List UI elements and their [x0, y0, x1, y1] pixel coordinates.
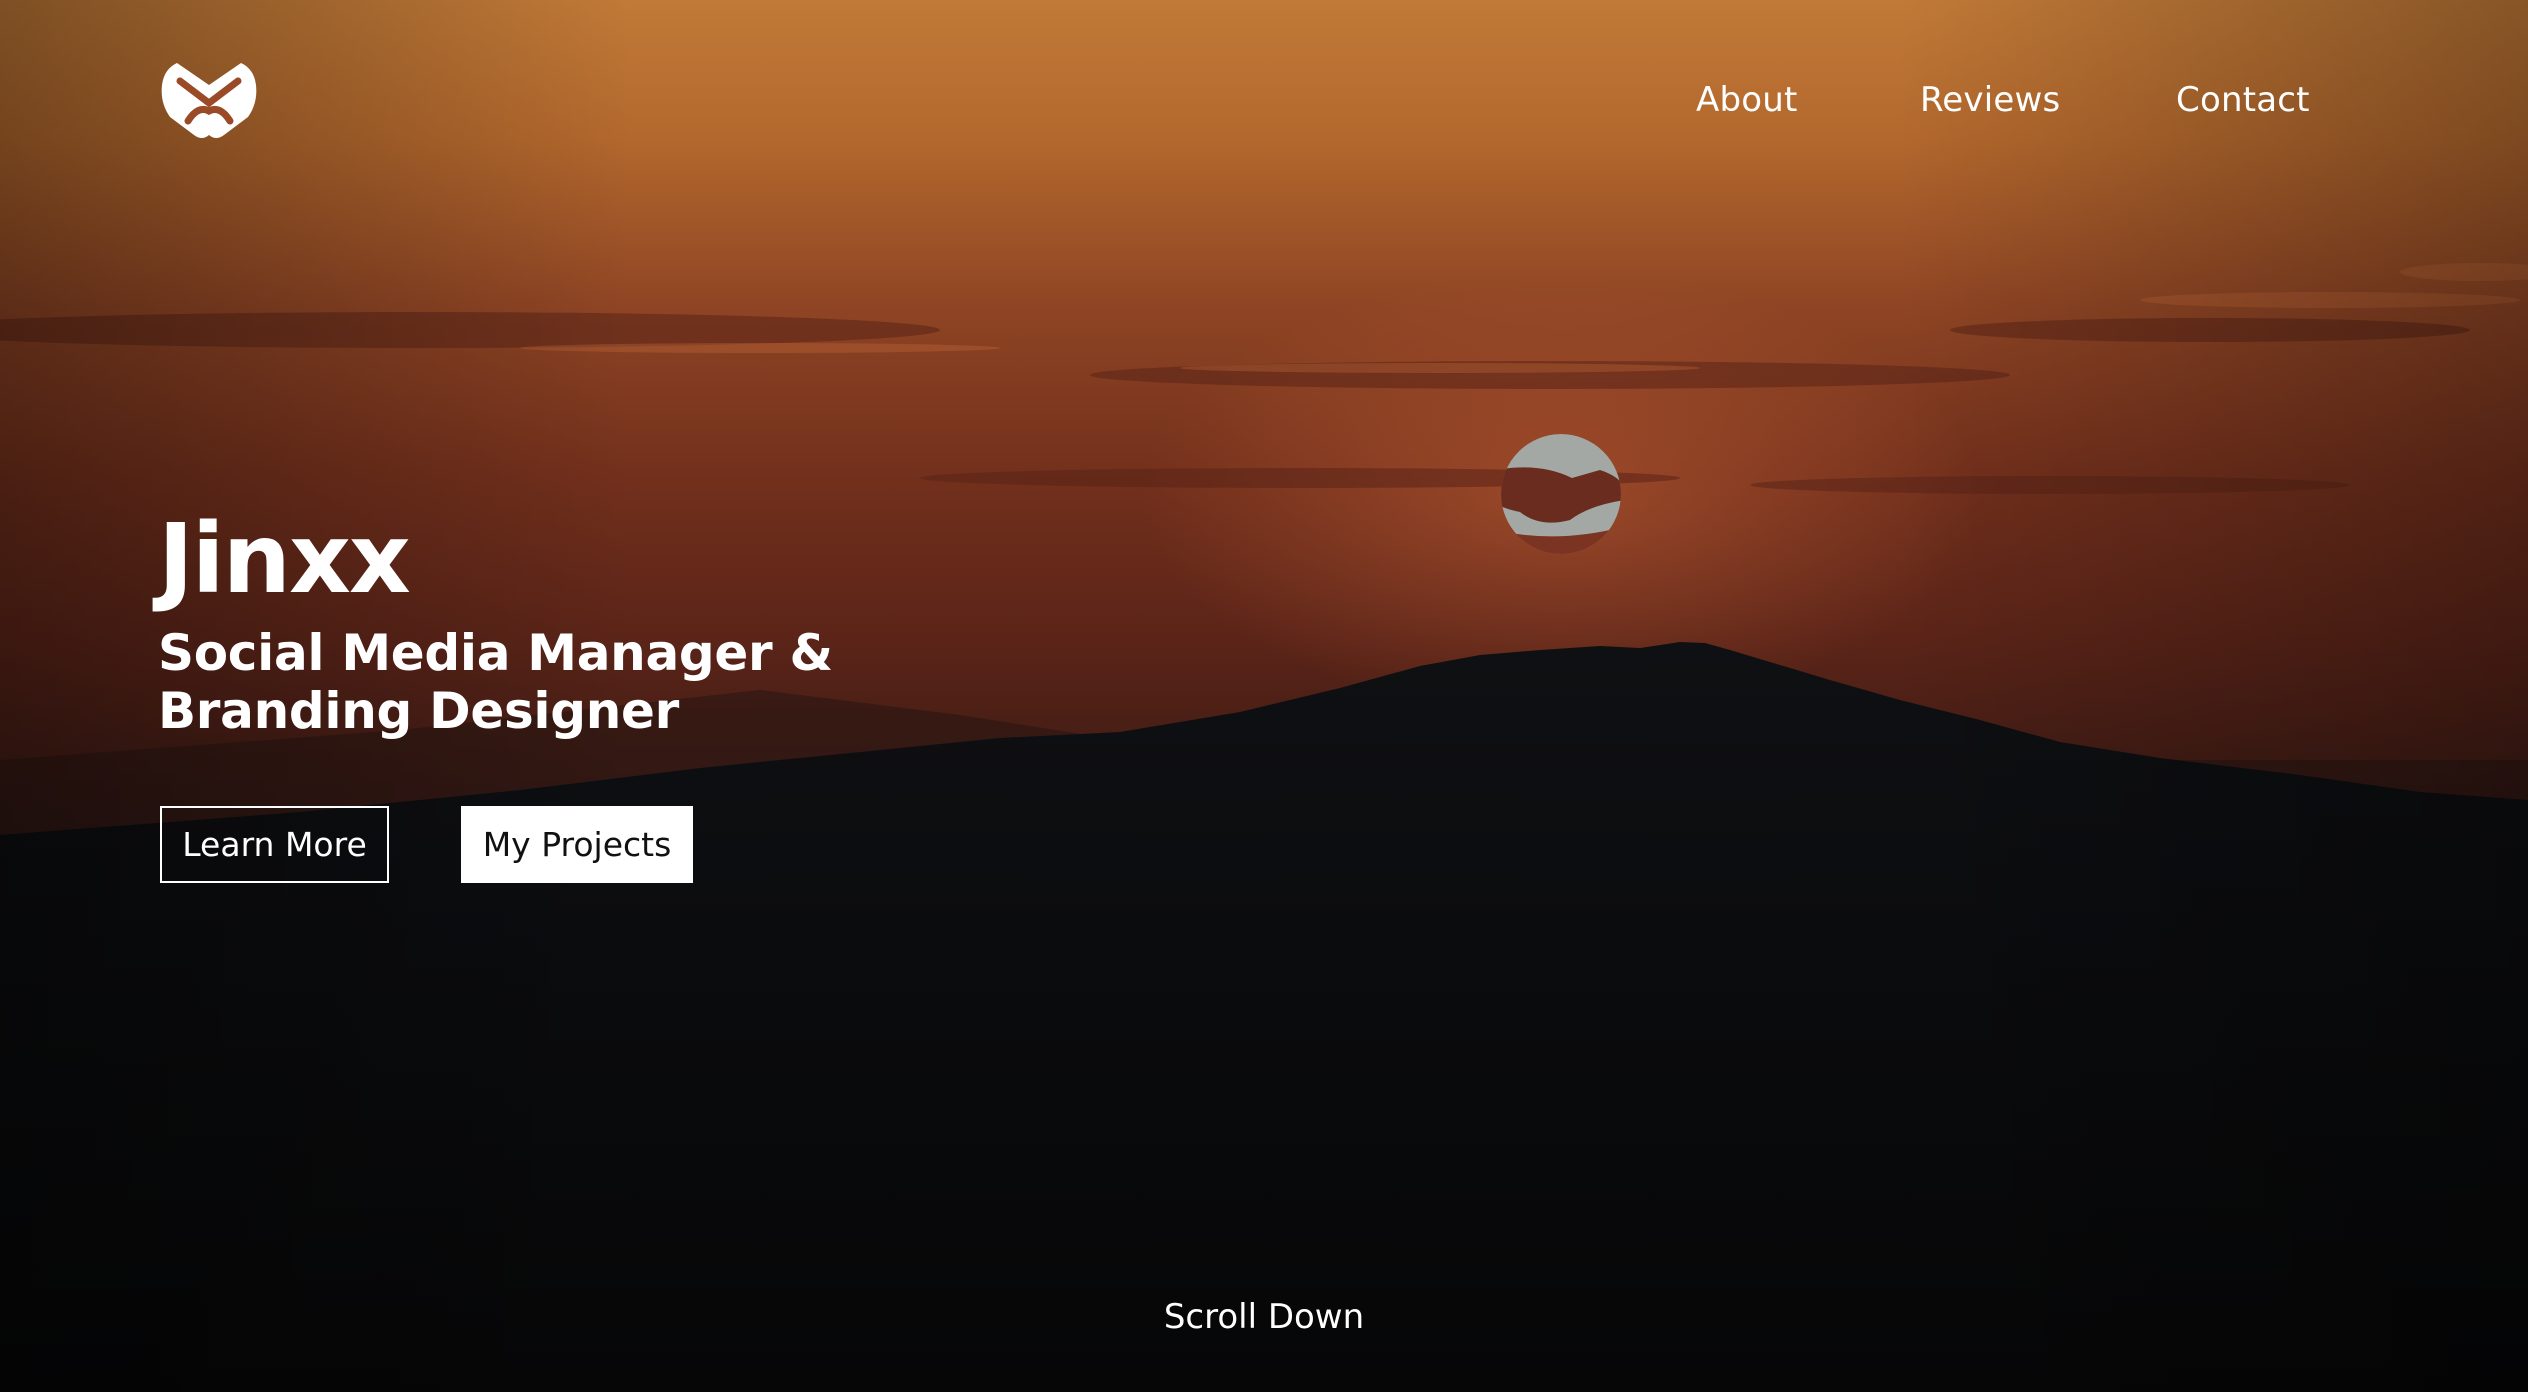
- nav-link-reviews[interactable]: Reviews: [1920, 72, 2060, 128]
- scroll-down-link[interactable]: Scroll Down: [0, 1292, 2528, 1342]
- nav-link-contact[interactable]: Contact: [2176, 72, 2310, 128]
- learn-more-button[interactable]: Learn More: [160, 806, 389, 883]
- nav-link-about[interactable]: About: [1696, 72, 1798, 128]
- my-projects-button[interactable]: My Projects: [461, 806, 693, 883]
- hero-title: Jinxx: [158, 503, 411, 615]
- hero-subtitle: Social Media Manager & Branding Designer: [158, 624, 833, 740]
- hero-section: About Reviews Contact Jinxx Social Media…: [0, 0, 2528, 1392]
- brand-logo-icon[interactable]: [158, 55, 260, 145]
